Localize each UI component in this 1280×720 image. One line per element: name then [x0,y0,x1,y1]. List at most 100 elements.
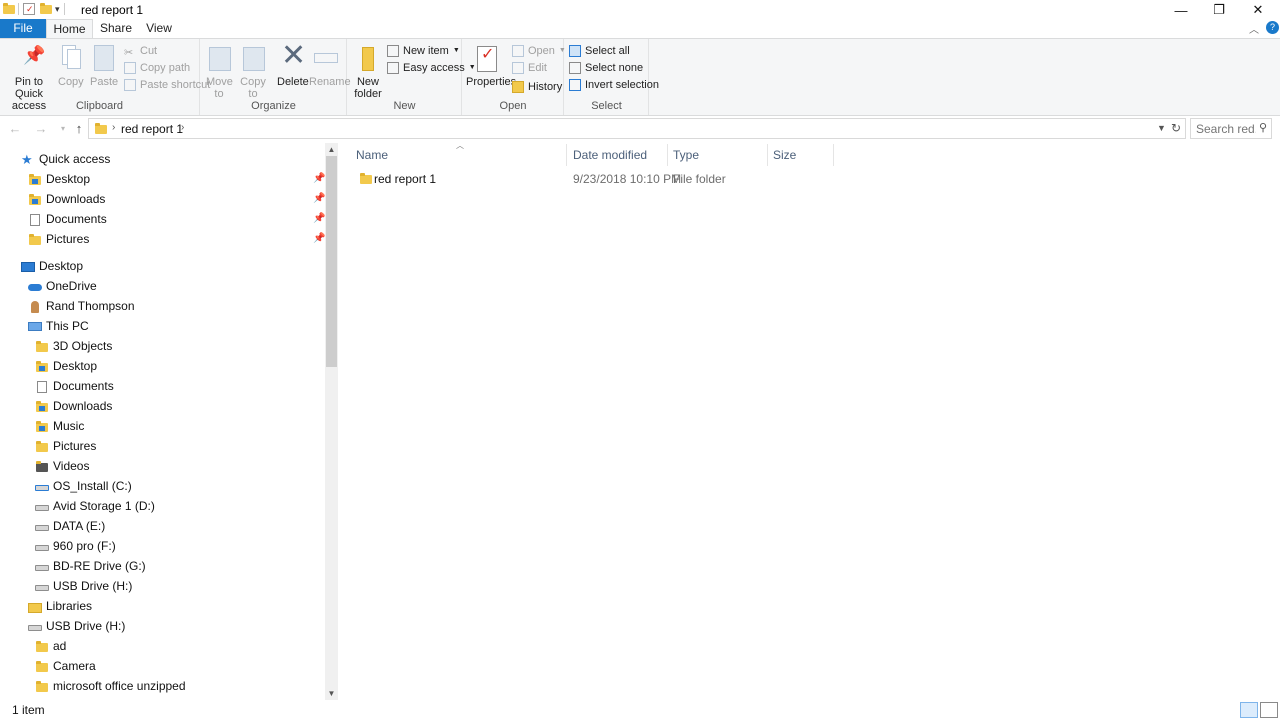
minimize-button[interactable]: — [1162,0,1200,20]
scroll-up-arrow-icon[interactable]: ▲ [325,143,338,156]
history-button[interactable]: History [512,79,562,95]
history-icon [512,81,524,93]
open-button[interactable]: Open ▼ [512,43,566,59]
tab-view[interactable]: View [140,19,178,39]
usb-drive-icon [28,621,42,633]
nav-pc-drive-e[interactable]: DATA (E:) [35,517,105,536]
nav-this-pc[interactable]: This PC [28,317,89,336]
pin-icon[interactable]: 📌 [313,233,325,244]
paste-icon [90,43,118,73]
select-label: Select [591,100,622,112]
nav-pc-pictures[interactable]: Pictures [35,437,96,456]
open-group: ✓ Properties Open ▼ Edit History Open [463,39,566,115]
address-dropdown-icon[interactable]: ▼ [1157,123,1166,133]
pin-icon[interactable]: 📌 [313,193,325,204]
nav-quick-documents[interactable]: Documents [28,210,107,229]
new-item-button[interactable]: New item ▼ [387,43,460,59]
nav-pc-drive-h[interactable]: USB Drive (H:) [35,577,132,596]
breadcrumb-red-report-1[interactable]: red report 1 [121,122,183,136]
select-none-button[interactable]: Select none [569,60,643,76]
details-view-icon[interactable] [1240,702,1258,718]
item-count: 1 item [12,703,45,717]
folder-icon [359,173,373,185]
select-all-button[interactable]: Select all [569,43,630,59]
nav-pc-desktop[interactable]: Desktop [35,357,97,376]
nav-quick-access[interactable]: ★ Quick access [21,150,110,169]
breadcrumb-separator-icon[interactable]: › [181,122,184,133]
back-arrow-icon[interactable]: ← [6,119,24,137]
nav-pc-drive-d[interactable]: Avid Storage 1 (D:) [35,497,155,516]
tab-file[interactable]: File [0,19,46,39]
restore-button[interactable]: ❐ [1200,0,1238,20]
table-row[interactable]: red report 1 9/23/2018 10:10 PM File fol… [354,169,832,190]
up-arrow-icon[interactable]: ↑ [70,119,88,137]
delete-button[interactable]: ✕ Delete [277,39,309,88]
column-divider[interactable] [833,144,834,166]
copy-to-button[interactable]: Copy to [240,43,266,100]
column-header-name[interactable]: Name [346,144,558,166]
nav-usb-office[interactable]: microsoft office unzipped [35,677,186,696]
nav-quick-downloads[interactable]: Downloads [28,190,105,209]
close-button[interactable]: ✕ [1239,0,1277,20]
nav-onedrive[interactable]: OneDrive [28,277,97,296]
search-box[interactable]: ⚲ [1190,118,1272,139]
move-to-icon [206,43,234,73]
breadcrumb-separator-icon[interactable]: › [112,122,115,133]
nav-pc-drive-c[interactable]: OS_Install (C:) [35,477,132,496]
nav-pane-scrollbar[interactable]: ▲ ▼ [325,143,338,700]
search-input[interactable] [1196,121,1256,136]
customize-quick-access-button[interactable]: ▾ [55,4,60,15]
tab-share[interactable]: Share [96,19,136,39]
refresh-icon[interactable]: ↻ [1171,121,1181,135]
scroll-down-arrow-icon[interactable]: ▼ [325,687,338,700]
new-item-icon [387,45,399,57]
new-folder-quick-icon[interactable] [39,3,52,15]
paste-shortcut-button[interactable]: Paste shortcut [124,77,210,93]
nav-usb-camera[interactable]: Camera [35,657,96,676]
help-icon[interactable]: ? [1266,21,1279,34]
nav-usb-drive[interactable]: USB Drive (H:) [28,617,125,636]
rename-button[interactable]: Rename [309,43,351,88]
edit-button[interactable]: Edit [512,60,547,76]
forward-arrow-icon[interactable]: → [32,119,50,137]
nav-quick-pictures[interactable]: Pictures [28,230,89,249]
nav-quick-desktop[interactable]: Desktop [28,170,90,189]
computer-icon [28,321,42,333]
nav-pc-downloads[interactable]: Downloads [35,397,112,416]
copy-button[interactable]: Copy [58,43,84,88]
copy-path-button[interactable]: Copy path [124,60,190,76]
properties-button[interactable]: ✓ Properties [466,43,516,88]
nav-pc-drive-g[interactable]: BD-RE Drive (G:) [35,557,146,576]
file-name: red report 1 [374,172,437,186]
minimize-ribbon-icon[interactable]: ︿ [1249,21,1259,36]
move-to-button[interactable]: Move to [206,43,234,100]
address-bar[interactable]: › red report 1 › ▼ ↻ [88,118,1186,139]
column-header-date[interactable]: Date modified [563,144,663,166]
nav-pc-3d-objects[interactable]: 3D Objects [35,337,112,356]
window-title: red report 1 [81,3,144,17]
paste-button[interactable]: Paste [90,43,118,88]
column-header-type[interactable]: Type [663,144,759,166]
invert-selection-button[interactable]: Invert selection [569,77,659,93]
nav-pc-music[interactable]: Music [35,417,84,436]
nav-libraries[interactable]: Libraries [28,597,92,616]
new-folder-button[interactable]: New folder [353,43,383,100]
sort-ascending-icon: ︿ [456,141,464,150]
scrollbar-thumb[interactable] [326,156,337,367]
nav-pc-videos[interactable]: Videos [35,457,89,476]
pin-icon[interactable]: 📌 [313,173,325,184]
cut-button[interactable]: ✂ Cut [124,43,157,59]
nav-desktop[interactable]: Desktop [21,257,83,276]
pin-icon[interactable]: 📌 [313,213,325,224]
tab-home[interactable]: Home [46,19,93,39]
nav-usb-ad[interactable]: ad [35,637,66,656]
star-icon: ★ [21,151,33,167]
nav-user[interactable]: Rand Thompson [28,297,135,316]
properties-quick-icon[interactable]: ✓ [23,3,35,15]
nav-pc-documents[interactable]: Documents [35,377,114,396]
large-icons-view-icon[interactable] [1260,702,1278,718]
nav-pc-drive-f[interactable]: 960 pro (F:) [35,537,116,556]
select-all-icon [569,45,581,57]
column-header-size[interactable]: Size [763,144,833,166]
folder-icon [94,123,108,135]
